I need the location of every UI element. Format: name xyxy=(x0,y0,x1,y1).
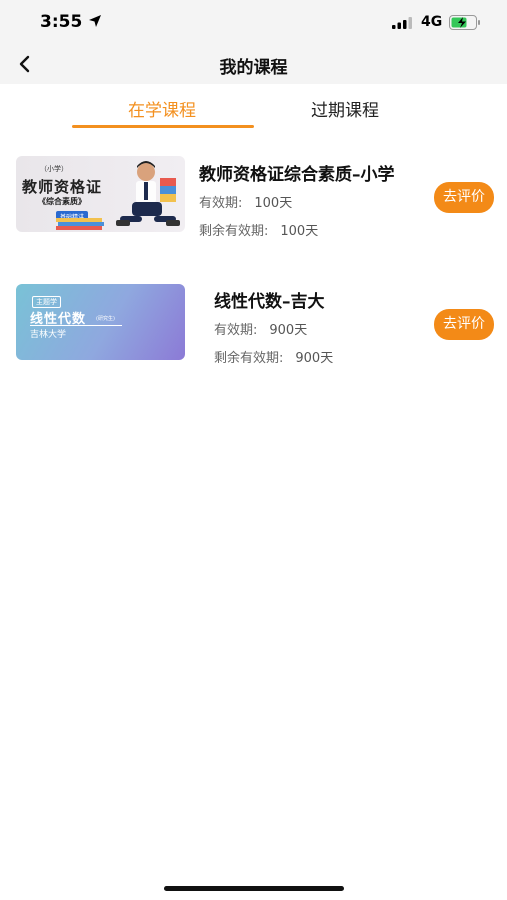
course-tabs: 在学课程 过期课程 xyxy=(0,84,507,132)
location-arrow-icon xyxy=(89,15,101,27)
remaining-label: 剩余有效期: xyxy=(214,351,284,366)
battery-icon xyxy=(449,15,480,30)
course-item[interactable]: 主题学 线性代数 (研究生) 吉林大学 线性代数–吉大 有效期: 900天 剩余有… xyxy=(0,284,507,384)
validity-label: 有效期: xyxy=(214,323,258,338)
course-remaining: 剩余有效期: 900天 xyxy=(214,347,333,366)
thumb-headline: 教师资格证 xyxy=(22,178,103,196)
status-time: 3:55 xyxy=(40,12,83,32)
course-item[interactable]: （小学） 教师资格证 《综合素质》 基础精讲 教师资格证综合素质–小学 有效期:… xyxy=(0,156,507,256)
validity-value: 900天 xyxy=(269,323,308,338)
thumb-divider xyxy=(30,325,122,326)
course-validity: 有效期: 900天 xyxy=(214,319,307,338)
books-illustration xyxy=(56,218,104,230)
tab-current-courses[interactable]: 在学课程 xyxy=(72,96,252,121)
validity-value: 100天 xyxy=(254,196,293,211)
thumb-subtitle: 《综合素质》 xyxy=(38,197,86,206)
remaining-label: 剩余有效期: xyxy=(199,224,269,239)
thumb-badge: (研究生) xyxy=(96,316,115,322)
review-button[interactable]: 去评价 xyxy=(434,309,494,340)
course-title: 教师资格证综合素质–小学 xyxy=(199,165,395,185)
thumb-tag: （小学） xyxy=(40,165,68,173)
navigation-bar: 我的课程 xyxy=(0,44,507,84)
active-tab-indicator xyxy=(72,125,254,128)
thumb-tag: 主题学 xyxy=(32,296,61,308)
course-thumbnail: （小学） 教师资格证 《综合素质》 基础精讲 xyxy=(16,156,185,232)
validity-label: 有效期: xyxy=(199,196,243,211)
course-thumbnail: 主题学 线性代数 (研究生) 吉林大学 xyxy=(16,284,185,360)
signal-icon xyxy=(392,17,412,29)
tab-expired-courses[interactable]: 过期课程 xyxy=(255,96,435,121)
course-remaining: 剩余有效期: 100天 xyxy=(199,220,318,239)
course-validity: 有效期: 100天 xyxy=(199,192,292,211)
course-title: 线性代数–吉大 xyxy=(214,292,325,312)
page-title: 我的课程 xyxy=(219,58,288,78)
home-indicator xyxy=(164,886,344,891)
remaining-value: 900天 xyxy=(295,351,334,366)
remaining-value: 100天 xyxy=(280,224,319,239)
status-bar: 3:55 4G xyxy=(0,0,507,44)
review-button[interactable]: 去评价 xyxy=(434,182,494,213)
thumb-subtitle: 吉林大学 xyxy=(30,330,67,340)
student-illustration xyxy=(116,161,180,226)
network-type: 4G xyxy=(421,14,443,30)
